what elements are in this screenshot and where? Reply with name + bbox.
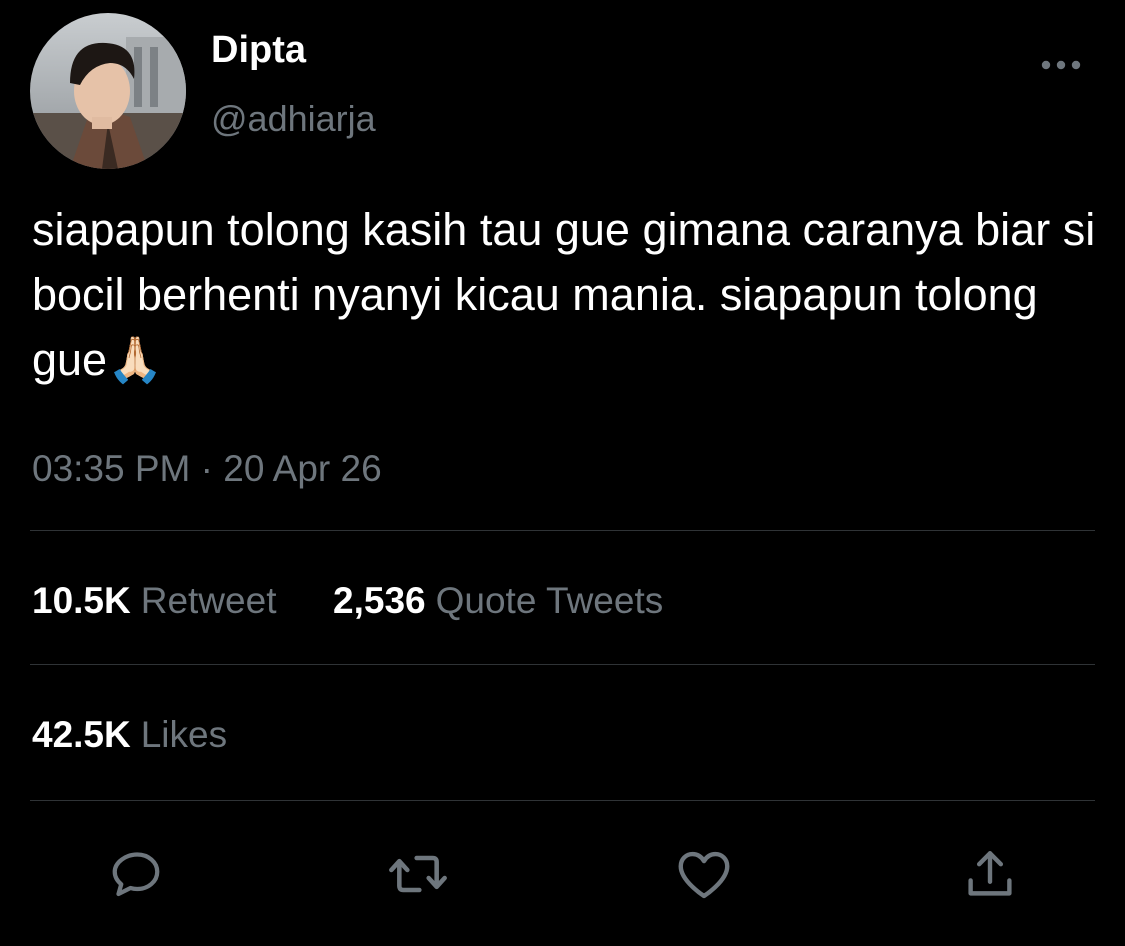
- divider: [30, 530, 1095, 531]
- retweet-icon: [389, 855, 447, 893]
- reply-icon: [112, 852, 160, 897]
- retweet-button[interactable]: [386, 842, 450, 906]
- likes-count: 42.5K: [32, 714, 131, 755]
- quotes-label: Quote Tweets: [435, 580, 664, 621]
- user-handle[interactable]: @adhiarja: [211, 98, 376, 140]
- quotes-stat[interactable]: 2,536 Quote Tweets: [333, 580, 663, 621]
- divider: [30, 664, 1095, 665]
- like-icon: [678, 851, 730, 899]
- more-options-icon[interactable]: [1036, 50, 1086, 80]
- retweets-count: 10.5K: [32, 580, 131, 621]
- likes-label: Likes: [140, 714, 228, 755]
- share-button[interactable]: [958, 842, 1022, 906]
- display-name[interactable]: Dipta: [211, 28, 306, 72]
- tweet-timestamp[interactable]: 03:35 PM · 20 Apr 26: [32, 446, 382, 492]
- reply-button[interactable]: [104, 842, 168, 906]
- avatar[interactable]: [30, 13, 186, 169]
- retweets-stat[interactable]: 10.5K Retweet: [32, 580, 287, 621]
- quotes-count: 2,536: [333, 580, 426, 621]
- avatar-photo: [30, 13, 186, 169]
- share-icon: [968, 851, 1012, 896]
- divider: [30, 800, 1095, 801]
- tweet-text: siapapun tolong kasih tau gue gimana car…: [32, 204, 1096, 385]
- like-button[interactable]: [672, 842, 736, 906]
- retweets-label: Retweet: [140, 580, 277, 621]
- retweet-quote-stats: 10.5K Retweet 2,536 Quote Tweets: [32, 578, 663, 624]
- likes-stat[interactable]: 42.5K Likes: [32, 712, 227, 758]
